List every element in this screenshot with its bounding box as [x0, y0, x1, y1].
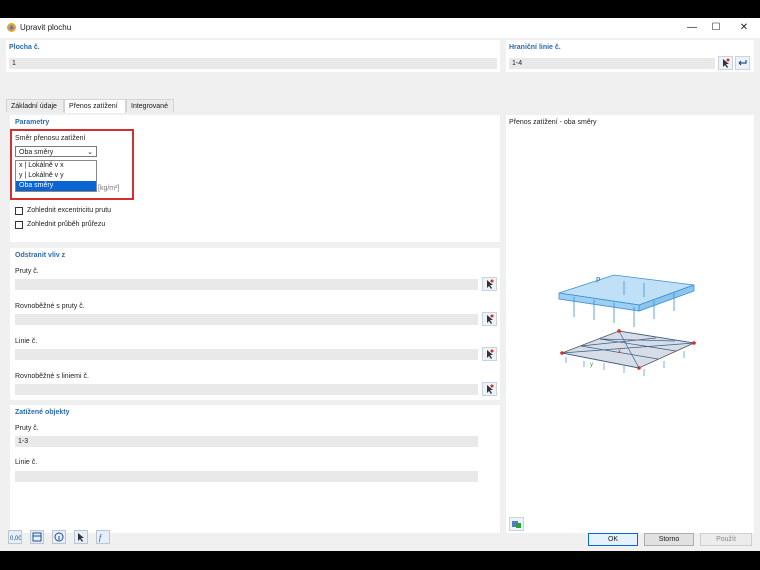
preview-panel: Přenos zatížení - oba směry p y x — [506, 115, 754, 533]
parallel-lines-label: Rovnoběžné s liniemi č. — [15, 373, 89, 380]
loaded-objects-panel: Zatížené objekty Pruty č. 1-3 Linie č. — [10, 405, 500, 533]
parameters-title: Parametry — [15, 119, 50, 126]
formula-button[interactable]: f — [96, 530, 110, 544]
preview-title: Přenos zatížení - oba směry — [509, 119, 597, 126]
pick-lines-button[interactable] — [482, 347, 497, 361]
loaded-members-field[interactable]: 1-3 — [15, 436, 478, 447]
parallel-members-label: Rovnoběžné s pruty č. — [15, 303, 85, 310]
tab-integrated[interactable]: Integrované — [126, 99, 174, 112]
reverse-direction-button[interactable] — [735, 56, 750, 70]
eccentricity-label: Zohlednit excentricitu prutu — [27, 207, 112, 214]
pick-cursor-icon — [723, 58, 730, 68]
members-field[interactable] — [15, 279, 478, 290]
view-options-icon — [512, 521, 521, 528]
load-symbol: p — [596, 276, 600, 283]
edit-surface-dialog: Upravit plochu — ☐ ✕ Plocha č. 1 Hraničn… — [0, 18, 760, 551]
lines-label: Linie č. — [15, 338, 38, 345]
axis-x-label: x — [618, 349, 621, 355]
load-transfer-diagram: p y x — [558, 274, 696, 376]
boundary-lines-panel: Hraniční linie č. 1-4 — [506, 40, 754, 72]
window-title: Upravit plochu — [20, 23, 72, 32]
lines-field[interactable] — [15, 349, 478, 360]
close-button[interactable]: ✕ — [730, 20, 758, 36]
members-label: Pruty č. — [15, 268, 39, 275]
tab-basic-data[interactable]: Základní údaje — [6, 99, 64, 112]
table-icon — [32, 532, 42, 542]
dialog-body: Plocha č. 1 Hraniční linie č. 1-4 Základ… — [0, 38, 760, 551]
tab-load-transfer[interactable]: Přenos zatížení — [64, 99, 126, 113]
formula-icon: f — [99, 533, 103, 542]
app-icon — [7, 23, 16, 32]
maximize-button[interactable]: ☐ — [702, 20, 730, 36]
pick-parallel-members-button[interactable] — [482, 312, 497, 326]
loaded-objects-title: Zatížené objekty — [15, 409, 70, 416]
select-button[interactable] — [74, 530, 88, 544]
parallel-members-field[interactable] — [15, 314, 478, 325]
remove-influence-title: Odstranit vliv z — [15, 252, 66, 259]
highlight-frame — [10, 129, 134, 200]
remove-influence-panel: Odstranit vliv z Pruty č. Rovnoběžné s p… — [10, 248, 500, 400]
boundary-lines-label: Hraniční linie č. — [509, 44, 561, 51]
pick-cursor-icon — [487, 384, 494, 394]
loaded-lines-field[interactable] — [15, 471, 478, 482]
surface-number-field[interactable]: 1 — [9, 58, 497, 69]
pick-members-button[interactable] — [482, 277, 497, 291]
cross-section-checkbox[interactable] — [15, 221, 23, 229]
pick-parallel-lines-button[interactable] — [482, 382, 497, 396]
units-button[interactable]: 0,00 — [8, 530, 22, 544]
axis-y-label: y — [590, 362, 593, 368]
eccentricity-checkbox[interactable] — [15, 207, 23, 215]
surface-number-panel: Plocha č. 1 — [6, 40, 500, 72]
ok-button[interactable]: OK — [588, 533, 638, 546]
boundary-lines-field[interactable]: 1-4 — [509, 58, 715, 69]
decimal-icon: 0,00 — [10, 536, 22, 542]
info-icon — [54, 532, 64, 542]
table-button[interactable] — [30, 530, 44, 544]
title-bar: Upravit plochu — ☐ ✕ — [0, 18, 760, 38]
svg-text:f: f — [99, 533, 103, 542]
surface-number-label: Plocha č. — [9, 44, 40, 51]
parallel-lines-field[interactable] — [15, 384, 478, 395]
cross-section-label: Zohlednit průběh průřezu — [27, 221, 106, 228]
pick-cursor-icon — [487, 279, 494, 289]
cancel-button[interactable]: Storno — [644, 533, 694, 546]
info-button[interactable] — [52, 530, 66, 544]
select-cursor-icon — [78, 533, 84, 542]
pick-boundary-lines-button[interactable] — [718, 56, 733, 70]
pick-cursor-icon — [487, 314, 494, 324]
apply-button[interactable]: Použít — [700, 533, 752, 546]
return-arrow-icon — [738, 60, 747, 66]
preview-options-button[interactable] — [509, 517, 524, 531]
pick-cursor-icon — [487, 349, 494, 359]
svg-text:0,00: 0,00 — [10, 536, 21, 542]
loaded-members-label: Pruty č. — [15, 425, 39, 432]
loaded-lines-label: Linie č. — [15, 459, 38, 466]
